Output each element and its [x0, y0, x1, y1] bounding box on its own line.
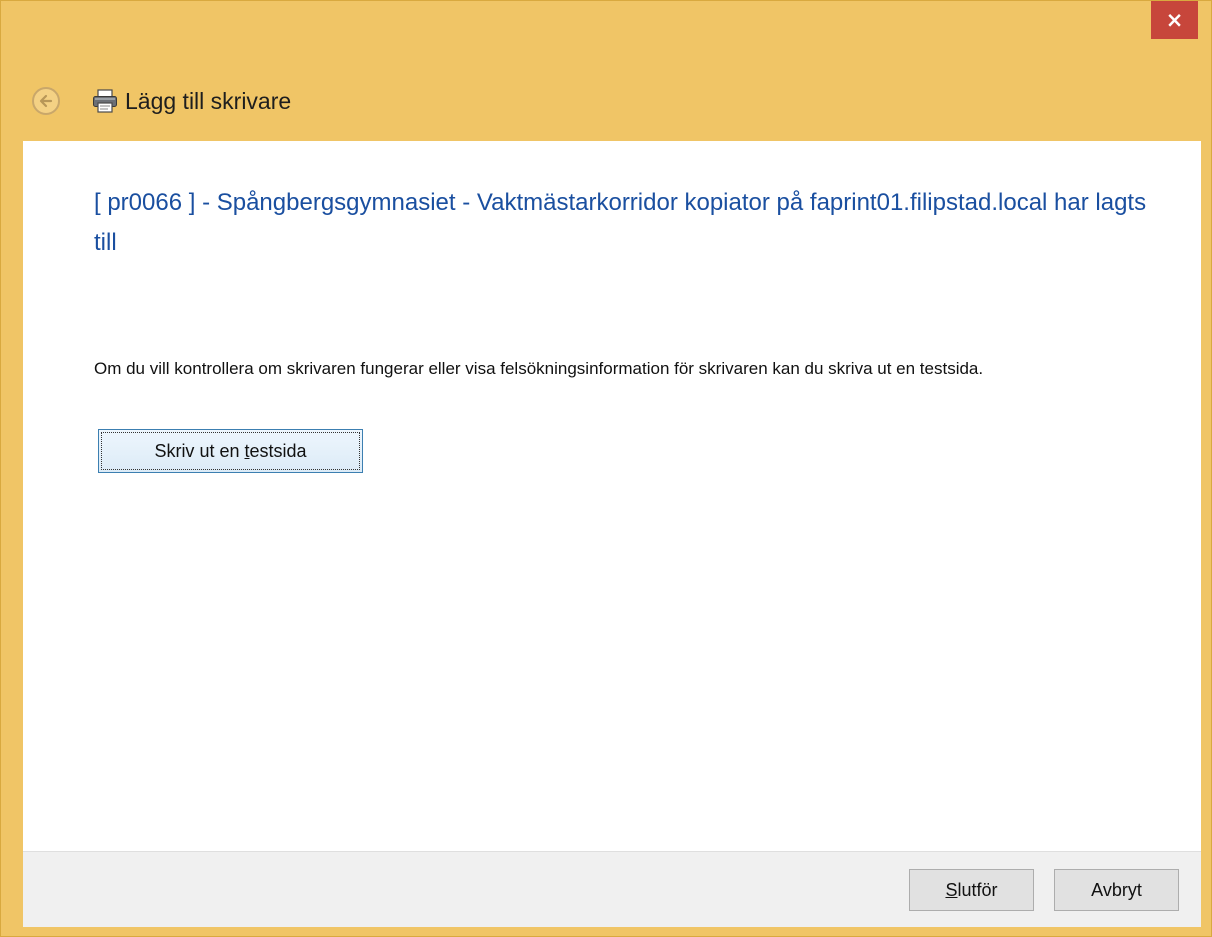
- add-printer-window: × Lägg till skrivare [ pr0066 ] - Spångb…: [0, 0, 1212, 937]
- back-button[interactable]: [32, 87, 60, 115]
- print-test-page-button[interactable]: Skriv ut en testsida: [98, 429, 363, 473]
- print-test-page-label: Skriv ut en testsida: [154, 440, 307, 461]
- printer-added-heading: [ pr0066 ] - Spångbergsgymnasiet - Vaktm…: [94, 189, 1147, 256]
- cancel-button-label: Avbryt: [1091, 879, 1142, 900]
- title-bar: Lägg till skrivare: [32, 79, 291, 123]
- close-icon: ×: [1165, 8, 1184, 32]
- printer-icon: [92, 88, 118, 114]
- finish-button-label: Slutför: [945, 879, 998, 900]
- back-arrow-icon: [39, 94, 53, 108]
- close-button[interactable]: ×: [1151, 1, 1198, 39]
- finish-button[interactable]: Slutför: [909, 869, 1034, 911]
- wizard-title: Lägg till skrivare: [125, 87, 292, 114]
- wizard-footer: Slutför Avbryt: [23, 851, 1201, 927]
- wizard-content: [ pr0066 ] - Spångbergsgymnasiet - Vaktm…: [23, 141, 1201, 851]
- cancel-button[interactable]: Avbryt: [1054, 869, 1179, 911]
- test-page-info-text: Om du vill kontrollera om skrivaren fung…: [94, 359, 984, 378]
